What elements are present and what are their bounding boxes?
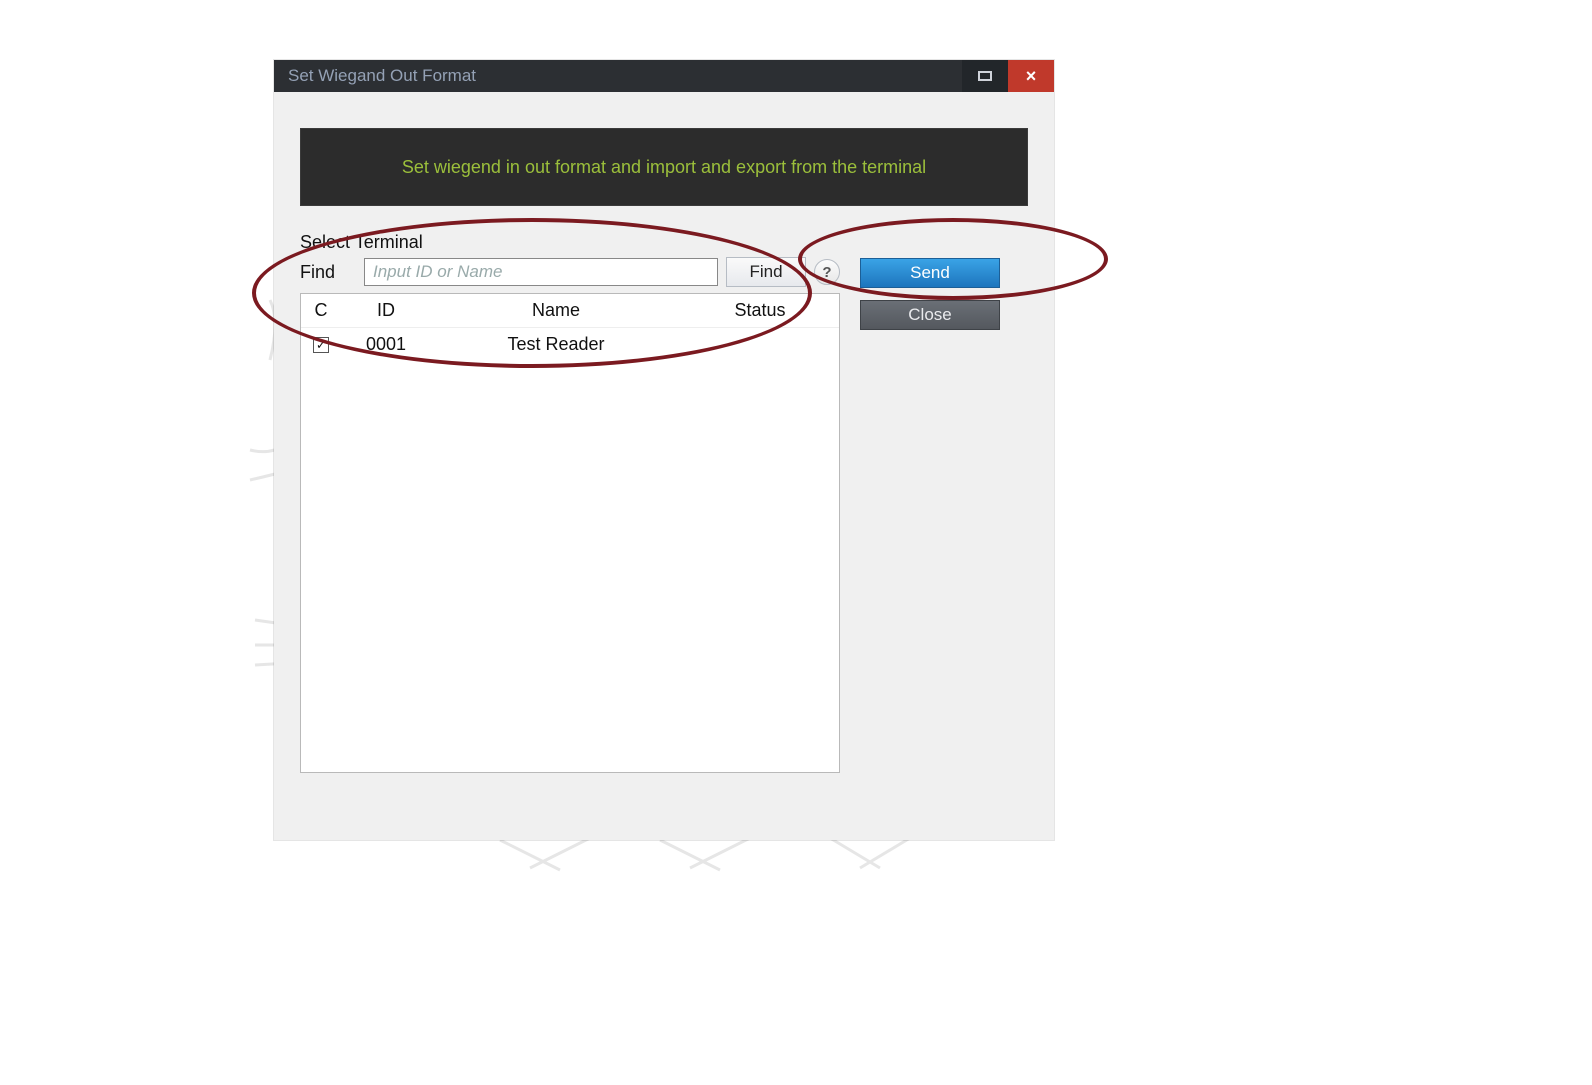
- close-button-label: Close: [908, 305, 951, 325]
- find-input[interactable]: [364, 258, 718, 286]
- grid-header-row: C ID Name Status: [301, 294, 839, 328]
- titlebar[interactable]: Set Wiegand Out Format ×: [274, 60, 1054, 92]
- help-icon: ?: [822, 264, 831, 281]
- window-close-button[interactable]: ×: [1008, 60, 1054, 92]
- send-button[interactable]: Send: [860, 258, 1000, 288]
- maximize-icon: [978, 71, 992, 81]
- row-id: 0001: [341, 328, 431, 362]
- col-name-header: Name: [431, 294, 681, 328]
- find-label: Find: [300, 262, 356, 283]
- row-name: Test Reader: [431, 328, 681, 362]
- table-row[interactable]: ✓ 0001 Test Reader: [301, 328, 839, 362]
- col-status-header: Status: [681, 294, 839, 328]
- description-banner: Set wiegend in out format and import and…: [300, 128, 1028, 206]
- col-id-header: ID: [341, 294, 431, 328]
- close-button[interactable]: Close: [860, 300, 1000, 330]
- col-c-header: C: [301, 294, 341, 328]
- select-terminal-panel: Select Terminal Find Find ?: [300, 232, 840, 824]
- dialog-window: Set Wiegand Out Format × Set wiegend in …: [274, 60, 1054, 840]
- terminal-grid[interactable]: C ID Name Status ✓: [300, 293, 840, 773]
- check-icon: ✓: [316, 339, 326, 351]
- actions-panel: Send Close: [860, 232, 1010, 330]
- banner-text: Set wiegend in out format and import and…: [402, 157, 926, 178]
- row-status: [681, 328, 839, 362]
- row-checkbox[interactable]: ✓: [313, 337, 329, 353]
- find-button-label: Find: [749, 262, 782, 282]
- close-icon: ×: [1026, 66, 1037, 87]
- window-title: Set Wiegand Out Format: [288, 66, 476, 86]
- help-button[interactable]: ?: [814, 259, 840, 285]
- maximize-button[interactable]: [962, 60, 1008, 92]
- select-terminal-label: Select Terminal: [300, 232, 840, 253]
- find-row: Find Find ?: [300, 257, 840, 287]
- send-button-label: Send: [910, 263, 950, 283]
- find-button[interactable]: Find: [726, 257, 806, 287]
- dialog-body: Set wiegend in out format and import and…: [274, 92, 1054, 840]
